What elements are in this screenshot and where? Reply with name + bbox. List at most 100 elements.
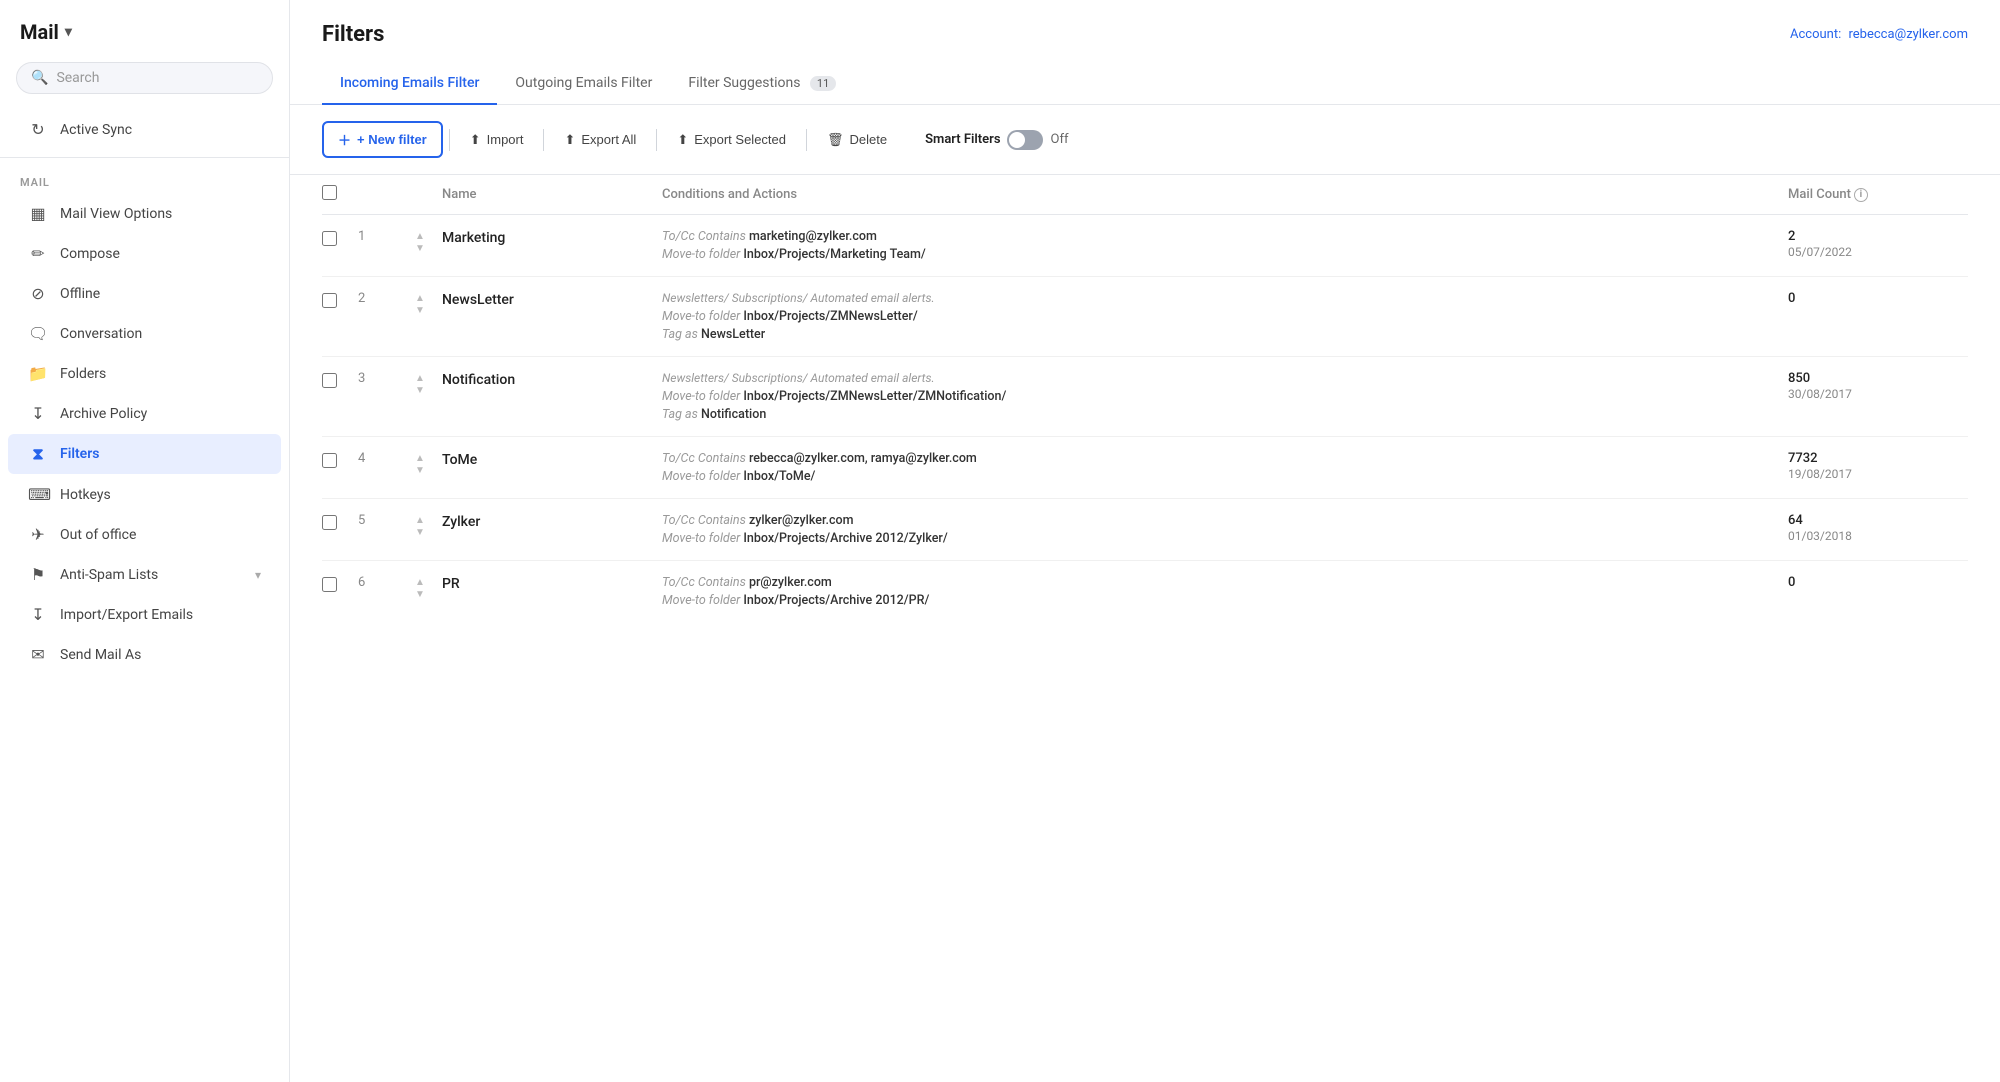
sidebar-section-mail: MAIL xyxy=(0,166,289,193)
arrow-up-icon[interactable]: ▲ xyxy=(415,453,425,464)
filter-table: Name Conditions and Actions Mail Count i… xyxy=(290,175,2000,1082)
main-header: Filters Account: rebecca@zylker.com xyxy=(290,0,2000,63)
row-check-0[interactable] xyxy=(322,231,337,246)
sidebar-item-import-export[interactable]: ↧ Import/Export Emails xyxy=(8,595,281,634)
export-all-button[interactable]: ⬆ Export All xyxy=(550,125,650,155)
account-label: Account: xyxy=(1790,27,1841,42)
sidebar-item-offline[interactable]: ⊘ Offline xyxy=(8,274,281,313)
row-count-3: 773219/08/2017 xyxy=(1788,451,1968,481)
row-checkbox-2[interactable] xyxy=(322,371,358,388)
arrow-down-icon[interactable]: ▼ xyxy=(415,243,425,254)
row-num-1: 2 xyxy=(358,291,398,306)
toggle-switch[interactable] xyxy=(1007,130,1043,150)
arrow-up-icon[interactable]: ▲ xyxy=(415,515,425,526)
row-check-4[interactable] xyxy=(322,515,337,530)
arrow-up-icon[interactable]: ▲ xyxy=(415,293,425,304)
export-all-icon: ⬆ xyxy=(564,132,575,148)
row-check-5[interactable] xyxy=(322,577,337,592)
row-check-2[interactable] xyxy=(322,373,337,388)
send-mail-as-label: Send Mail As xyxy=(60,647,141,663)
row-checkbox-1[interactable] xyxy=(322,291,358,308)
delete-button[interactable]: 🗑 Delete xyxy=(813,125,901,155)
import-button[interactable]: ⬆ Import xyxy=(456,125,538,155)
row-check-3[interactable] xyxy=(322,453,337,468)
toolbar: ＋ + New filter ⬆ Import ⬆ Export All ⬆ E… xyxy=(290,105,2000,175)
arrow-down-icon[interactable]: ▼ xyxy=(415,465,425,476)
offline-label: Offline xyxy=(60,286,100,302)
table-body: 1 ▲ ▼ Marketing To/Cc Contains marketing… xyxy=(322,215,1968,622)
row-sort-arrows-2[interactable]: ▲ ▼ xyxy=(398,371,442,396)
row-num-0: 1 xyxy=(358,229,398,244)
sidebar-item-filters[interactable]: ⧗ Filters xyxy=(8,434,281,474)
row-conditions-5: To/Cc Contains pr@zylker.comMove-to fold… xyxy=(662,575,1788,608)
sidebar-item-hotkeys[interactable]: ⌨ Hotkeys xyxy=(8,475,281,514)
row-num-4: 5 xyxy=(358,513,398,528)
app-title[interactable]: Mail ▾ xyxy=(0,0,289,54)
row-name-0: Marketing xyxy=(442,229,662,246)
row-count-0: 205/07/2022 xyxy=(1788,229,1968,259)
row-sort-arrows-1[interactable]: ▲ ▼ xyxy=(398,291,442,316)
search-icon: 🔍 xyxy=(31,70,48,86)
arrow-up-icon[interactable]: ▲ xyxy=(415,577,425,588)
row-checkbox-5[interactable] xyxy=(322,575,358,592)
table-row: 4 ▲ ▼ ToMe To/Cc Contains rebecca@zylker… xyxy=(322,437,1968,499)
sidebar-item-folders[interactable]: 📁 Folders xyxy=(8,354,281,393)
header-conditions: Conditions and Actions xyxy=(662,187,1788,202)
sidebar: Mail ▾ 🔍 Search ↻ Active Sync MAIL ▦ Mai… xyxy=(0,0,290,1082)
table-row: 2 ▲ ▼ NewsLetter Newsletters/ Subscripti… xyxy=(322,277,1968,357)
sync-icon: ↻ xyxy=(28,120,48,139)
row-checkbox-3[interactable] xyxy=(322,451,358,468)
row-conditions-1: Newsletters/ Subscriptions/ Automated em… xyxy=(662,291,1788,342)
mail-count-info-icon[interactable]: i xyxy=(1854,188,1868,202)
toggle-state-label: Off xyxy=(1051,132,1069,147)
row-sort-arrows-3[interactable]: ▲ ▼ xyxy=(398,451,442,476)
tab-incoming[interactable]: Incoming Emails Filter xyxy=(322,63,497,105)
header-mail-count: Mail Count i xyxy=(1788,187,1968,202)
sidebar-item-mail-view-options[interactable]: ▦ Mail View Options xyxy=(8,194,281,233)
sidebar-divider-1 xyxy=(0,157,289,158)
sidebar-item-conversation[interactable]: 🗨 Conversation xyxy=(8,314,281,353)
arrow-down-icon[interactable]: ▼ xyxy=(415,527,425,538)
row-conditions-3: To/Cc Contains rebecca@zylker.com, ramya… xyxy=(662,451,1788,484)
arrow-down-icon[interactable]: ▼ xyxy=(415,589,425,600)
search-box[interactable]: 🔍 Search xyxy=(16,62,273,94)
smart-filters-toggle[interactable]: Off xyxy=(1007,130,1069,150)
header-name: Name xyxy=(442,187,662,202)
tab-suggestions[interactable]: Filter Suggestions 11 xyxy=(670,63,854,105)
export-selected-label: Export Selected xyxy=(694,132,786,147)
toolbar-sep-1 xyxy=(449,129,450,151)
row-checkbox-0[interactable] xyxy=(322,229,358,246)
arrow-down-icon[interactable]: ▼ xyxy=(415,385,425,396)
row-sort-arrows-4[interactable]: ▲ ▼ xyxy=(398,513,442,538)
table-row: 1 ▲ ▼ Marketing To/Cc Contains marketing… xyxy=(322,215,1968,277)
toolbar-sep-2 xyxy=(543,129,544,151)
row-sort-arrows-5[interactable]: ▲ ▼ xyxy=(398,575,442,600)
row-conditions-2: Newsletters/ Subscriptions/ Automated em… xyxy=(662,371,1788,422)
chevron-right-icon: ▾ xyxy=(255,568,261,582)
filters-icon: ⧗ xyxy=(28,444,48,464)
page-title: Filters xyxy=(322,22,384,47)
select-all-checkbox[interactable] xyxy=(322,185,337,200)
active-sync-item[interactable]: ↻ Active Sync xyxy=(8,110,281,149)
offline-icon: ⊘ xyxy=(28,284,48,303)
new-filter-button[interactable]: ＋ + New filter xyxy=(322,121,443,158)
row-sort-arrows-0[interactable]: ▲ ▼ xyxy=(398,229,442,254)
table-row: 3 ▲ ▼ Notification Newsletters/ Subscrip… xyxy=(322,357,1968,437)
arrow-down-icon[interactable]: ▼ xyxy=(415,305,425,316)
row-check-1[interactable] xyxy=(322,293,337,308)
sidebar-item-anti-spam[interactable]: ⚑ Anti-Spam Lists ▾ xyxy=(8,555,281,594)
sidebar-item-send-mail-as[interactable]: ✉ Send Mail As xyxy=(8,635,281,674)
arrow-up-icon[interactable]: ▲ xyxy=(415,231,425,242)
tab-outgoing[interactable]: Outgoing Emails Filter xyxy=(497,63,670,105)
sidebar-item-archive-policy[interactable]: ↧ Archive Policy xyxy=(8,394,281,433)
row-checkbox-4[interactable] xyxy=(322,513,358,530)
folders-label: Folders xyxy=(60,366,106,382)
sidebar-item-out-of-office[interactable]: ✈ Out of office xyxy=(8,515,281,554)
toolbar-sep-4 xyxy=(806,129,807,151)
sidebar-item-compose[interactable]: ✏ Compose xyxy=(8,234,281,273)
row-name-2: Notification xyxy=(442,371,662,388)
export-selected-button[interactable]: ⬆ Export Selected xyxy=(663,125,800,155)
out-of-office-icon: ✈ xyxy=(28,525,48,544)
mail-count-date: 05/07/2022 xyxy=(1788,245,1968,259)
arrow-up-icon[interactable]: ▲ xyxy=(415,373,425,384)
